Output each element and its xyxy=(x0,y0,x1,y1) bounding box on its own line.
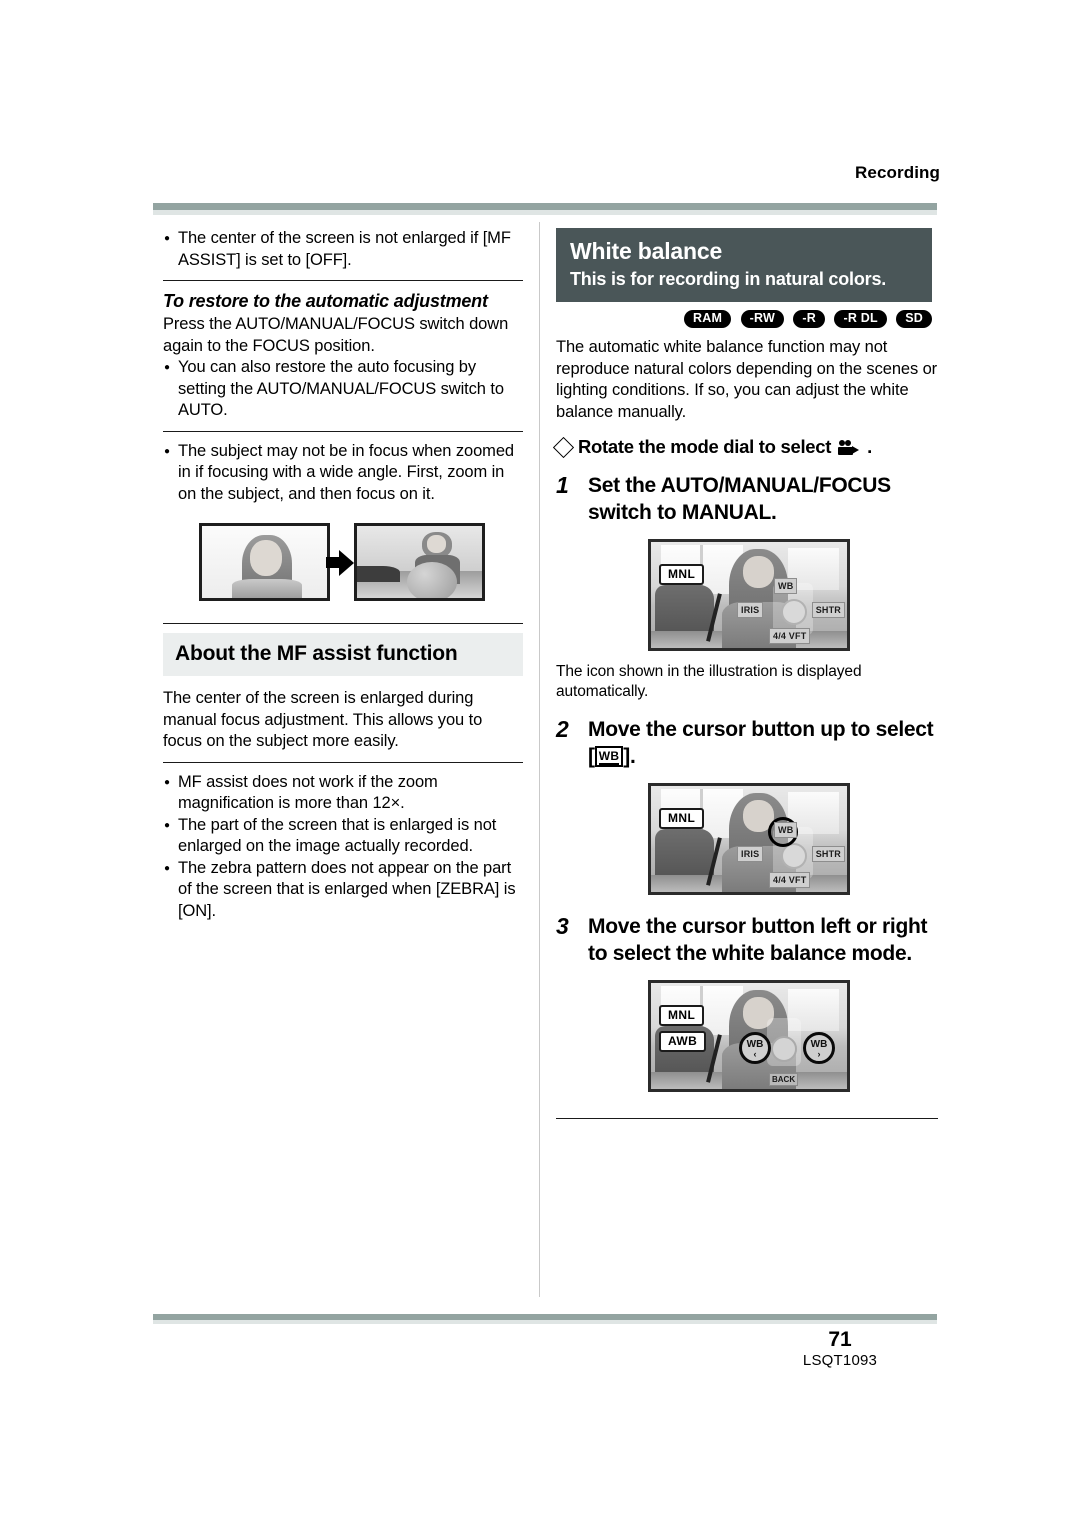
lcd3-wb-right-arrow: › xyxy=(817,1049,821,1060)
media-badge-rdl: -R DL xyxy=(834,310,887,328)
step-1-note: The icon shown in the illustration is di… xyxy=(556,663,862,701)
wb-chip-label: WB xyxy=(598,749,620,766)
lcd2-cursor-cluster: WB IRIS SHTR 4/4 VFT xyxy=(737,817,845,889)
note-list-top: The center of the screen is not enlarged… xyxy=(163,227,523,271)
wb-chip-icon: WB xyxy=(594,746,624,768)
right-column: White balance This is for recording in n… xyxy=(552,228,938,1128)
lcd-illustration-3: MNL AWB WB ‹ WB › BACK xyxy=(648,980,850,1093)
mode-dial-label: Rotate the mode dial to select xyxy=(578,436,832,458)
step-3: 3 Move the cursor button left or right t… xyxy=(556,913,938,967)
section-subtitle: This is for recording in natural colors. xyxy=(570,269,887,289)
step-1-number: 1 xyxy=(556,472,569,499)
divider xyxy=(163,623,523,624)
step-3-number: 3 xyxy=(556,913,569,940)
document-code: LSQT1093 xyxy=(802,1352,878,1369)
zoom-example-figure xyxy=(199,523,523,601)
lcd3-wb-left-arrow: ‹ xyxy=(753,1049,757,1060)
step-2-number: 2 xyxy=(556,716,569,743)
top-rule-light xyxy=(153,210,937,215)
page-number: 71 xyxy=(828,1328,852,1351)
section-title: White balance xyxy=(570,238,723,264)
mode-dial-instruction: Rotate the mode dial to select . xyxy=(552,436,938,458)
camcorder-icon xyxy=(838,439,860,455)
media-badge-rw: -RW xyxy=(740,310,784,328)
step-1: 1 Set the AUTO/MANUAL/FOCUS switch to MA… xyxy=(556,472,938,526)
intro-paragraph: The automatic white balance function may… xyxy=(556,338,938,421)
media-badge-row: RAM -RW -R -R DL SD xyxy=(556,310,932,328)
running-head: Recording xyxy=(855,163,940,182)
left-column: The center of the screen is not enlarged… xyxy=(163,227,523,923)
lcd2-tag-bottom: 4/4 VFT xyxy=(769,872,811,889)
lcd3-badge-awb: AWB xyxy=(659,1031,707,1053)
restore-body: Press the AUTO/MANUAL/FOCUS switch down … xyxy=(163,315,509,355)
mf-note-list: MF assist does not work if the zoom magn… xyxy=(163,771,523,923)
period: . xyxy=(867,436,872,458)
top-rule xyxy=(153,203,937,210)
mf-assist-heading: About the MF assist function xyxy=(163,633,523,676)
lcd3-badge-mnl: MNL xyxy=(659,1005,705,1027)
lcd3-wb-left: WB ‹ xyxy=(739,1032,771,1065)
lcd1-tag-shtr: SHTR xyxy=(811,602,845,619)
mf-assist-body: The center of the screen is enlarged dur… xyxy=(163,689,483,750)
restore-note-list: You can also restore the auto focusing b… xyxy=(163,356,523,422)
step-2-text: Move the cursor button up to select [WB]… xyxy=(588,716,938,770)
lcd2-tag-shtr: SHTR xyxy=(811,846,845,863)
media-badge-sd: SD xyxy=(896,310,932,328)
lcd2-tag-iris: IRIS xyxy=(737,846,764,863)
step-2-text-after: ]. xyxy=(623,745,636,769)
section-header: White balance This is for recording in n… xyxy=(556,228,932,302)
lcd1-tag-bottom: 4/4 VFT xyxy=(769,628,811,645)
step-2-text-before: Move the cursor button up to select [ xyxy=(588,718,934,769)
lcd3-bottom-tag: BACK xyxy=(769,1073,799,1087)
divider xyxy=(163,761,523,763)
step-1-text: Set the AUTO/MANUAL/FOCUS switch to MANU… xyxy=(588,474,891,525)
bottom-rule-light xyxy=(153,1320,937,1324)
manual-page: Recording The center of the screen is no… xyxy=(0,0,1080,1526)
zoom-note-list: The subject may not be in focus when zoo… xyxy=(163,440,523,506)
step-2: 2 Move the cursor button up to select [W… xyxy=(556,716,938,770)
lcd1-cursor-cluster: WB IRIS SHTR 4/4 VFT xyxy=(737,575,845,645)
lcd2-badge-mnl: MNL xyxy=(659,808,705,830)
diamond-bullet-icon xyxy=(552,436,575,458)
lcd3-cursor-cluster: WB ‹ WB › BACK xyxy=(723,1014,841,1087)
list-item: The center of the screen is not enlarged… xyxy=(163,227,523,271)
divider xyxy=(163,430,523,432)
list-item: You can also restore the auto focusing b… xyxy=(163,356,523,422)
lcd1-badge-mnl: MNL xyxy=(659,564,705,586)
divider xyxy=(163,280,523,281)
list-item: The part of the screen that is enlarged … xyxy=(163,814,523,858)
lcd1-tag-iris: IRIS xyxy=(737,602,764,619)
photo-wide-angle xyxy=(199,523,330,601)
list-item: The subject may not be in focus when zoo… xyxy=(163,440,523,506)
step-3-text: Move the cursor button left or right to … xyxy=(588,915,928,966)
lcd-illustration-1: MNL WB IRIS SHTR 4/4 VFT xyxy=(648,539,850,652)
media-badge-ram: RAM xyxy=(684,310,732,328)
restore-heading: To restore to the automatic adjustment xyxy=(163,291,488,311)
media-badge-r: -R xyxy=(793,310,825,328)
list-item: MF assist does not work if the zoom magn… xyxy=(163,771,523,815)
lcd1-tag-wb: WB xyxy=(774,578,798,595)
photo-zoomed-in xyxy=(354,523,485,601)
column-divider xyxy=(539,222,540,1297)
list-item: The zebra pattern does not appear on the… xyxy=(163,857,523,923)
lcd2-tag-wb: WB xyxy=(774,822,798,839)
divider xyxy=(556,1118,938,1120)
lcd3-wb-right: WB › xyxy=(803,1032,835,1065)
lcd-illustration-2: MNL WB IRIS SHTR 4/4 VFT xyxy=(648,783,850,896)
